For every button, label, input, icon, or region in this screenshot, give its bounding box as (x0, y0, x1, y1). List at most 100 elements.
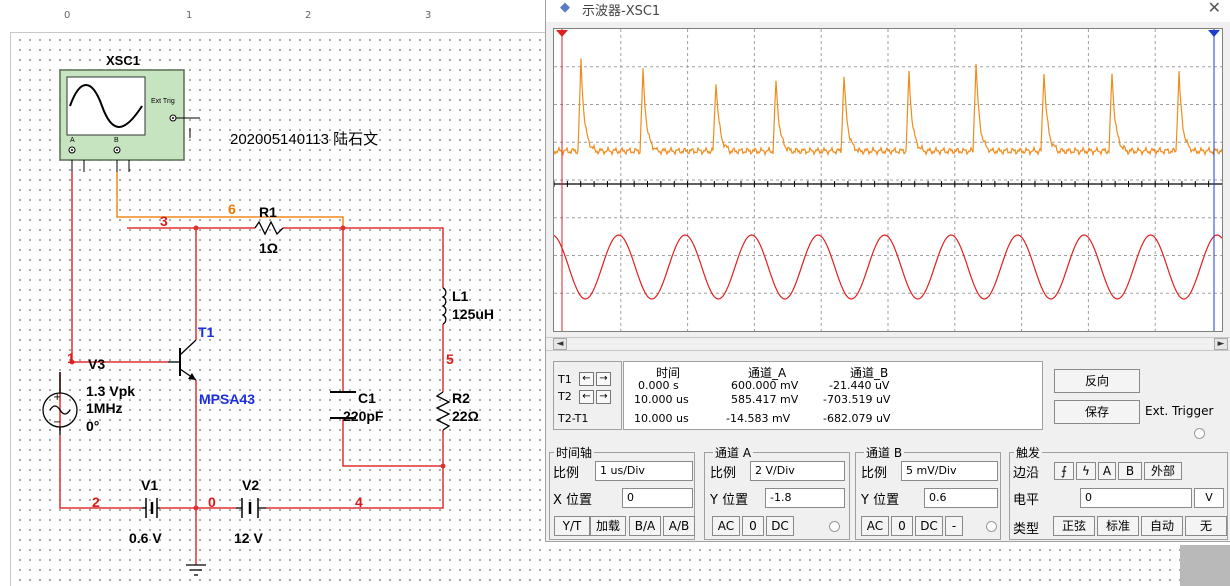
t2-t1-label: T2-T1 (558, 412, 589, 425)
save-button[interactable]: 保存 (1054, 400, 1140, 424)
author-annotation: 202005140113 陆石文 (230, 131, 379, 148)
x-position-label: X 位置 (553, 493, 593, 508)
net-label-1: 1 (67, 350, 75, 366)
net-label-3: 3 (160, 213, 168, 229)
t2-label: T2 (558, 390, 572, 403)
t1-left-arrow-icon[interactable]: ← (579, 372, 594, 386)
trigger-source-a[interactable]: A (1098, 462, 1116, 480)
t1-right-arrow-icon[interactable]: → (596, 372, 611, 386)
t1-time: 0.000 s (638, 379, 679, 392)
channel-b-scale-label: 比例 (861, 466, 888, 481)
t2-right-arrow-icon[interactable]: → (596, 390, 611, 404)
r1-value: 1Ω (259, 240, 279, 256)
reverse-button[interactable]: 反向 (1054, 369, 1140, 393)
channel-a-scale-label: 比例 (710, 466, 737, 481)
mode-yt-button[interactable]: Y/T (554, 516, 590, 536)
channel-b-terminal[interactable] (986, 521, 997, 532)
scope-a-label: A (70, 137, 75, 144)
oscilloscope-title: 示波器-XSC1 (582, 4, 661, 19)
net-label-5: 5 (446, 351, 454, 367)
timebase-scale-label: 比例 (553, 466, 580, 481)
trigger-type-sine-button[interactable]: 正弦 (1053, 516, 1095, 536)
t2-left-arrow-icon[interactable]: ← (579, 390, 594, 404)
horizontal-scrollbar[interactable]: ◄ ► (546, 337, 1230, 351)
canvas-corner (1180, 545, 1230, 586)
mode-ab-button[interactable]: A/B (663, 516, 695, 536)
mode-ba-button[interactable]: B/A (629, 516, 661, 536)
rising-edge-icon[interactable]: ⨍ (1054, 462, 1074, 480)
channel-a-scale-field[interactable]: 2 V/Div (750, 461, 845, 481)
oscilloscope-window[interactable]: ◆ 示波器-XSC1 ✕ ◄ ► T1 ← → T2 ← → T2-T1 时间 … (545, 0, 1230, 542)
r2-name: R2 (452, 390, 470, 406)
t2-channel-b: -703.519 uV (823, 393, 891, 406)
channel-a-zero-button[interactable]: 0 (742, 516, 764, 536)
falling-edge-icon[interactable]: ϟ (1076, 462, 1096, 480)
scroll-left-icon[interactable]: ◄ (553, 338, 567, 350)
ext-trig-label: Ext Trig (151, 98, 175, 105)
channel-a-title: 通道 A (713, 444, 754, 461)
trigger-source-b[interactable]: B (1118, 462, 1142, 480)
close-icon[interactable]: ✕ (1208, 0, 1221, 17)
ext-trigger-terminal[interactable] (1194, 428, 1205, 439)
trigger-type-normal-button[interactable]: 标准 (1097, 516, 1139, 536)
trigger-type-none-button[interactable]: 无 (1185, 516, 1227, 536)
oscilloscope-titlebar[interactable]: ◆ 示波器-XSC1 ✕ (546, 0, 1230, 22)
oscilloscope-symbol[interactable] (59, 69, 200, 172)
trigger-level-unit[interactable]: V (1194, 488, 1224, 508)
t1-name: T1 (198, 324, 215, 340)
trigger-edge-label: 边沿 (1013, 466, 1040, 481)
channel-a-ypos-label: Y 位置 (710, 493, 749, 508)
t2-time: 10.000 us (634, 393, 689, 406)
channel-b-scale-field[interactable]: 5 mV/Div (901, 461, 998, 481)
v3-name: V3 (88, 356, 106, 372)
channel-b-title: 通道 B (864, 444, 905, 461)
channel-a-terminal[interactable] (829, 521, 840, 532)
oscilloscope-app-icon: ◆ (560, 0, 570, 15)
channel-b-ypos-field[interactable]: 0.6 (924, 488, 998, 508)
r2-value: 22Ω (452, 408, 479, 424)
v3-frequency: 1MHz (86, 400, 123, 416)
mode-load-button[interactable]: 加载 (590, 516, 626, 536)
scroll-right-icon[interactable]: ► (1214, 338, 1228, 350)
channel-a-ac-button[interactable]: AC (712, 516, 740, 536)
channel-b-ac-button[interactable]: AC (861, 516, 889, 536)
net-label-4: 4 (355, 494, 363, 510)
trigger-type-auto-button[interactable]: 自动 (1141, 516, 1183, 536)
t1-channel-a: 600.000 mV (731, 379, 799, 392)
readout-table: 时间 通道_A 通道_B 0.000 s 600.000 mV -21.440 … (623, 361, 1043, 430)
v2-name: V2 (242, 477, 260, 493)
trigger-type-label: 类型 (1013, 522, 1040, 537)
svg-text:+: + (53, 392, 61, 403)
r1-name: R1 (259, 204, 277, 220)
oscilloscope-screen[interactable] (553, 28, 1223, 332)
t1-channel-b: -21.440 uV (829, 379, 890, 392)
t1-model: MPSA43 (199, 391, 256, 407)
channel-b-invert-button[interactable]: - (945, 516, 963, 536)
ext-trigger-label: Ext. Trigger (1145, 404, 1214, 418)
c1-name: C1 (358, 390, 376, 406)
trigger-level-field[interactable]: 0 (1080, 488, 1192, 508)
scope-ref-label: XSC1 (106, 53, 140, 68)
delta-channel-b: -682.079 uV (823, 412, 891, 425)
trigger-source-external[interactable]: 外部 (1144, 462, 1182, 480)
v3-phase: 0° (86, 418, 100, 434)
cursor-nav-panel: T1 ← → T2 ← → T2-T1 (553, 361, 622, 430)
trigger-title: 触发 (1014, 444, 1043, 461)
x-position-field[interactable]: 0 (622, 488, 693, 508)
net-label-6: 6 (228, 201, 236, 217)
waveform-display (553, 29, 1223, 331)
v1-name: V1 (141, 477, 159, 493)
channel-b-dc-button[interactable]: DC (915, 516, 943, 536)
l1-name: L1 (452, 288, 469, 304)
delta-time: 10.000 us (634, 412, 689, 425)
net-label-2: 2 (92, 494, 100, 510)
channel-a-ypos-field[interactable]: -1.8 (765, 488, 845, 508)
svg-text:−: − (53, 417, 61, 428)
channel-a-dc-button[interactable]: DC (766, 516, 794, 536)
timebase-scale-field[interactable]: 1 us/Div (595, 461, 693, 481)
trigger-level-label: 电平 (1013, 493, 1040, 508)
channel-b-zero-button[interactable]: 0 (891, 516, 913, 536)
t2-channel-a: 585.417 mV (731, 393, 799, 406)
v3-amplitude: 1.3 Vpk (86, 383, 136, 399)
delta-channel-a: -14.583 mV (726, 412, 791, 425)
